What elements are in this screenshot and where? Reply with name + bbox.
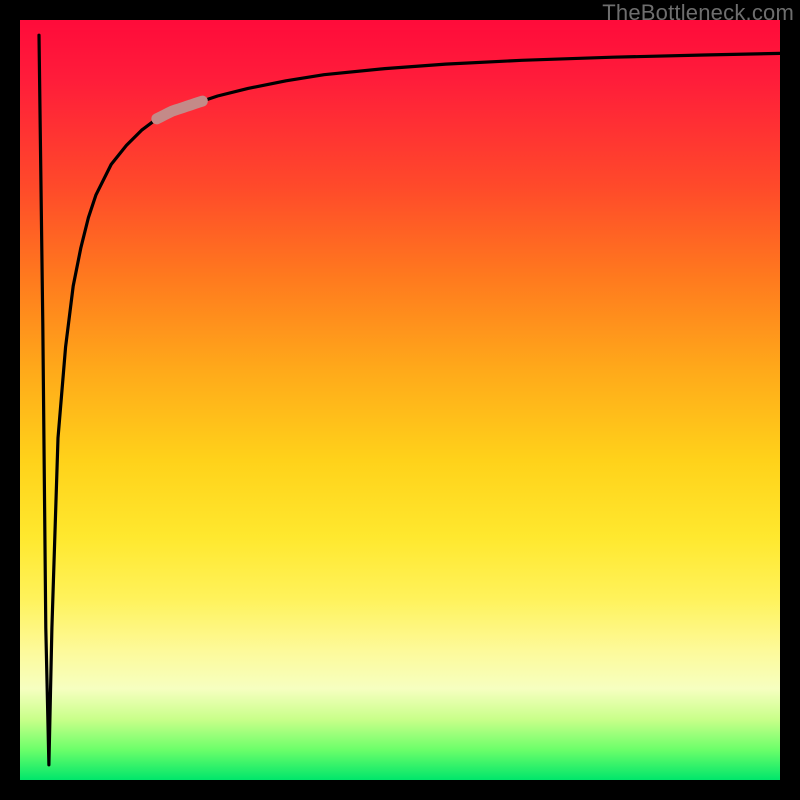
curve-svg [20,20,780,780]
chart-frame: TheBottleneck.com [0,0,800,800]
curve-highlight-segment [157,101,203,119]
plot-area [20,20,780,780]
bottleneck-curve [39,35,780,765]
